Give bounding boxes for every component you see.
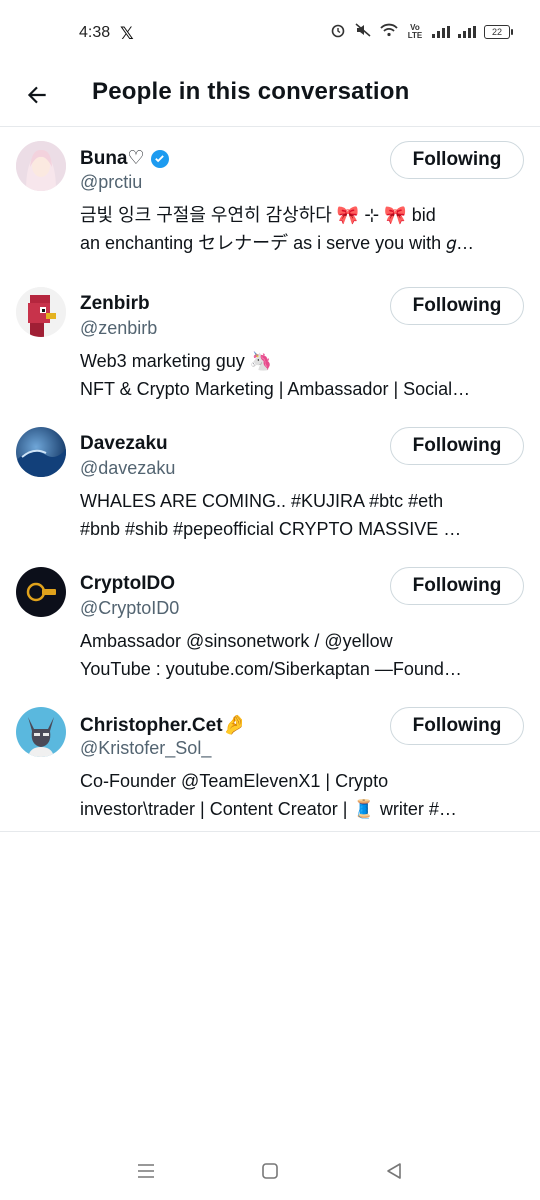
user-bio: Ambassador @sinsonetwork / @yellow YouTu… <box>80 627 524 683</box>
signal-icon <box>458 25 476 38</box>
recents-icon <box>138 1164 154 1178</box>
bio-line: YouTube : youtube.com/Siberkaptan —Found… <box>80 659 462 679</box>
back-button[interactable] <box>20 78 54 112</box>
user-bio: Co-Founder @TeamElevenX1 | Crypto invest… <box>80 767 524 823</box>
user-row[interactable]: Zenbirb @zenbirb Following Web3 marketin… <box>0 273 540 413</box>
alarm-icon <box>330 22 346 41</box>
display-name: Davezaku <box>80 433 168 454</box>
home-button[interactable] <box>255 1156 285 1186</box>
display-name: Christopher.Cet🤌 <box>80 715 247 736</box>
signal-icon <box>432 25 450 38</box>
user-bio: Web3 marketing guy 🦄 NFT & Crypto Market… <box>80 347 524 403</box>
following-button[interactable]: Following <box>390 567 524 605</box>
avatar[interactable] <box>16 287 66 337</box>
user-name[interactable]: CryptoIDO <box>80 573 175 595</box>
user-handle: @davezaku <box>80 458 176 478</box>
status-bar: 4:38 𝕏 Vo LTE 22 <box>0 0 540 66</box>
user-row[interactable]: Buna♡ @prctiu Following 금빛 잉크 구절을 우연히 감상… <box>0 127 540 273</box>
verified-badge-icon <box>150 149 169 168</box>
user-handle: @prctiu <box>80 172 143 192</box>
user-handle: @CryptoID0 <box>80 598 180 618</box>
following-button[interactable]: Following <box>390 287 524 325</box>
x-logo-icon: 𝕏 <box>120 24 134 43</box>
following-button[interactable]: Following <box>390 141 524 179</box>
battery-icon: 22 <box>484 24 513 39</box>
back-nav-button[interactable] <box>379 1156 409 1186</box>
user-row[interactable]: Davezaku @davezaku Following WHALES ARE … <box>0 413 540 553</box>
bio-line: Co-Founder @TeamElevenX1 | Crypto <box>80 771 389 791</box>
following-button[interactable]: Following <box>390 427 524 465</box>
home-icon <box>262 1163 278 1179</box>
display-name: Buna♡ <box>80 148 145 169</box>
user-bio: WHALES ARE COMING.. #KUJIRA #btc #eth #b… <box>80 487 524 543</box>
following-button[interactable]: Following <box>390 707 524 745</box>
user-name[interactable]: Davezaku <box>80 433 168 455</box>
user-handle: @Kristofer_Sol_ <box>80 738 212 758</box>
user-name[interactable]: Buna♡ <box>80 147 169 170</box>
mute-icon <box>354 22 372 41</box>
display-name: CryptoIDO <box>80 573 175 594</box>
bio-line: 금빛 잉크 구절을 우연히 감상하다 🎀 ⊹ 🎀 bid <box>80 205 436 225</box>
user-bio: 금빛 잉크 구절을 우연히 감상하다 🎀 ⊹ 🎀 bid an enchanti… <box>80 201 524 257</box>
avatar[interactable] <box>16 567 66 617</box>
status-time: 4:38 <box>79 24 111 41</box>
user-name[interactable]: Zenbirb <box>80 293 150 315</box>
bio-line: an enchanting セレナーデ as i serve you with … <box>80 233 475 253</box>
system-nav-bar <box>0 1142 540 1200</box>
wifi-icon <box>380 23 398 40</box>
bio-line: NFT & Crypto Marketing | Ambassador | So… <box>80 379 471 399</box>
status-icons: Vo LTE 22 <box>330 22 513 41</box>
avatar[interactable] <box>16 141 66 191</box>
bio-line: #bnb #shib #pepeofficial CRYPTO MASSIVE … <box>80 519 462 539</box>
user-row[interactable]: CryptoIDO @CryptoID0 Following Ambassado… <box>0 553 540 693</box>
user-list: Buna♡ @prctiu Following 금빛 잉크 구절을 우연히 감상… <box>0 127 540 832</box>
avatar[interactable] <box>16 427 66 477</box>
bio-line: WHALES ARE COMING.. #KUJIRA #btc #eth <box>80 491 444 511</box>
avatar[interactable] <box>16 707 66 757</box>
bio-line: Ambassador @sinsonetwork / @yellow <box>80 631 393 651</box>
user-row[interactable]: Christopher.Cet🤌 @Kristofer_Sol_ Followi… <box>0 693 540 832</box>
user-handle: @zenbirb <box>80 318 158 338</box>
page-title: People in this conversation <box>92 78 410 105</box>
volte-icon: Vo LTE <box>407 22 423 40</box>
display-name: Zenbirb <box>80 293 150 314</box>
arrow-left-icon <box>27 86 46 104</box>
back-icon <box>387 1163 401 1179</box>
user-name[interactable]: Christopher.Cet🤌 <box>80 713 246 737</box>
bio-line: investor\trader | Content Creator | 🧵 wr… <box>80 799 457 819</box>
recents-button[interactable] <box>131 1156 161 1186</box>
bio-line: Web3 marketing guy 🦄 <box>80 351 273 371</box>
header: People in this conversation <box>0 66 540 127</box>
